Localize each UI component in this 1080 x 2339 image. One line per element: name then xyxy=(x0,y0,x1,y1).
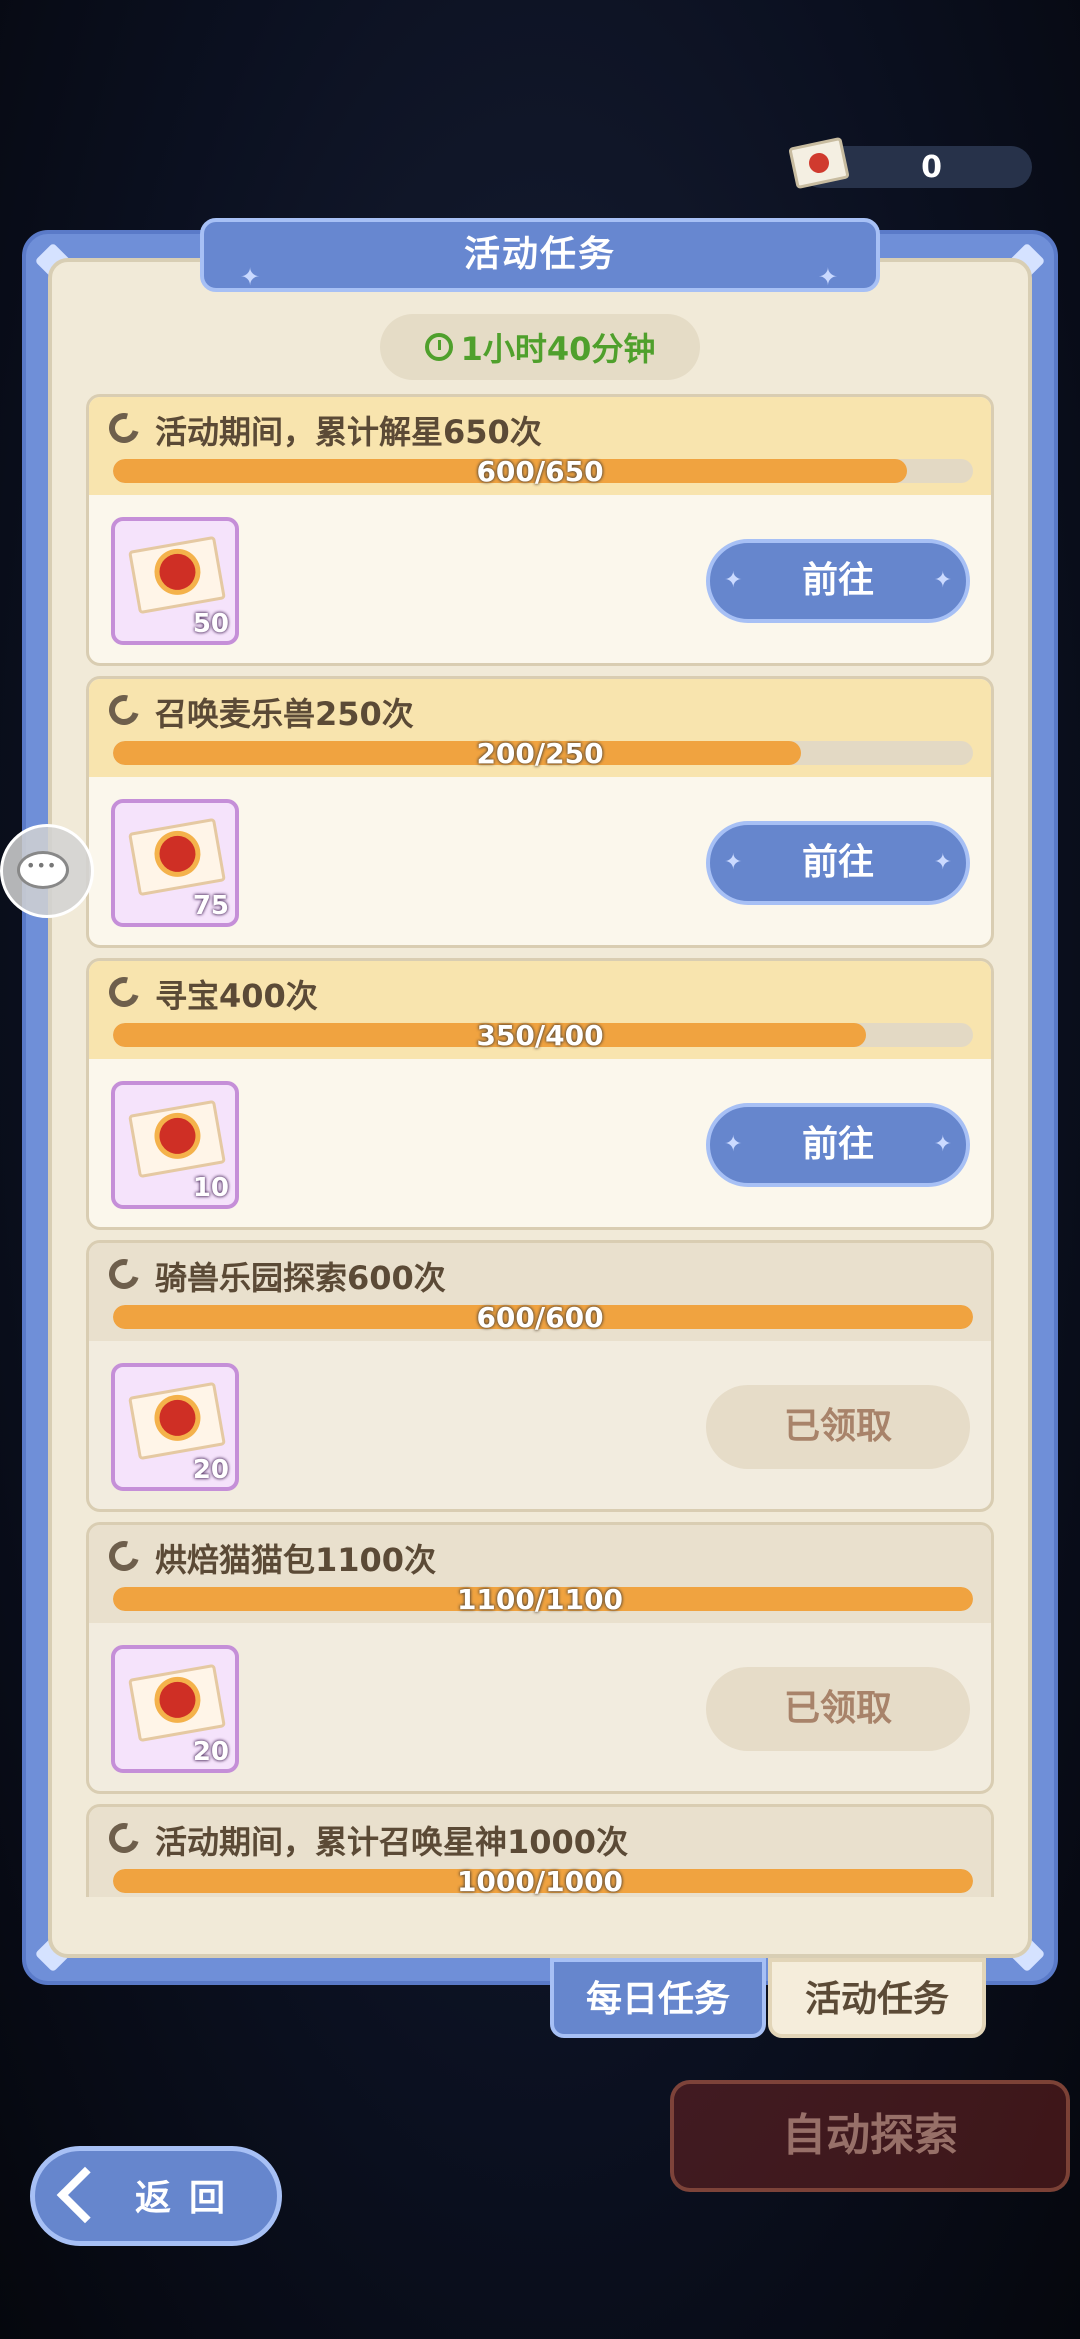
currency-value: 0 xyxy=(921,150,942,185)
reward-count: 50 xyxy=(192,609,229,639)
moon-icon xyxy=(103,1253,145,1295)
moon-icon xyxy=(103,689,145,731)
go-button-label: 前往 xyxy=(801,560,874,601)
task-card: 寻宝400次 350/400 10 ✦ 前往 ✦ xyxy=(86,958,994,1230)
clock-icon xyxy=(424,333,453,361)
progress-text: 350/400 xyxy=(476,1019,604,1052)
currency-counter: 0 xyxy=(788,136,1032,190)
task-card: 烘焙猫猫包1100次 1100/1100 20 已领取 xyxy=(86,1522,994,1794)
reward-item[interactable]: 20 xyxy=(111,1363,239,1491)
reward-item[interactable]: 75 xyxy=(111,799,239,927)
moon-icon xyxy=(103,971,145,1013)
moon-icon xyxy=(103,1817,145,1859)
panel-title: 活动任务 xyxy=(463,234,616,275)
panel-title-banner: ✦ 活动任务 ✦ xyxy=(200,218,880,292)
task-title: 召唤麦乐兽250次 xyxy=(155,695,414,733)
task-title: 骑兽乐园探索600次 xyxy=(155,1259,446,1297)
moon-icon xyxy=(103,407,145,449)
reward-count: 75 xyxy=(192,891,229,921)
reward-item[interactable]: 50 xyxy=(111,517,239,645)
reward-count: 10 xyxy=(192,1173,229,1203)
task-title: 活动期间，累计解星650次 xyxy=(155,413,542,451)
reward-count: 20 xyxy=(192,1737,229,1767)
chat-button[interactable] xyxy=(0,824,94,918)
progress-text: 1100/1100 xyxy=(456,1583,624,1616)
tab-event-tasks[interactable]: 活动任务 xyxy=(768,1958,986,2038)
task-list[interactable]: 活动期间，累计解星650次 600/650 50 ✦ 前往 ✦ 召唤麦乐兽250次 … xyxy=(86,394,994,1897)
go-button-label: 前往 xyxy=(801,1124,874,1165)
task-card: 骑兽乐园探索600次 600/600 20 已领取 xyxy=(86,1240,994,1512)
progress-text: 600/650 xyxy=(476,455,604,488)
red-envelope-icon xyxy=(788,136,850,190)
red-envelope-icon xyxy=(128,1381,226,1461)
task-card: 活动期间，累计解星650次 600/650 50 ✦ 前往 ✦ xyxy=(86,394,994,666)
back-arrow-icon xyxy=(56,2166,114,2224)
claimed-button: 已领取 xyxy=(706,1385,970,1469)
task-title: 烘焙猫猫包1100次 xyxy=(155,1541,437,1579)
back-button[interactable]: 返回 xyxy=(30,2146,282,2246)
task-title: 活动期间，累计召唤星神1000次 xyxy=(155,1823,629,1861)
reward-count: 20 xyxy=(192,1455,229,1485)
go-button[interactable]: ✦ 前往 ✦ xyxy=(706,539,970,623)
auto-explore-button[interactable]: 自动探索 xyxy=(670,2080,1070,2192)
timer-text: 1小时40分钟 xyxy=(460,330,656,368)
tab-daily-tasks[interactable]: 每日任务 xyxy=(550,1958,766,2038)
go-button[interactable]: ✦ 前往 ✦ xyxy=(706,821,970,905)
back-label: 返回 xyxy=(135,2178,244,2219)
red-envelope-icon xyxy=(128,535,226,615)
task-title: 寻宝400次 xyxy=(155,977,318,1015)
go-button-label: 前往 xyxy=(801,842,874,883)
task-card: 活动期间，累计召唤星神1000次 1000/1000 xyxy=(86,1804,994,1897)
progress-text: 600/600 xyxy=(476,1301,604,1334)
progress-text: 1000/1000 xyxy=(456,1865,624,1897)
chat-bubble-icon xyxy=(17,851,69,889)
red-envelope-icon xyxy=(128,1663,226,1743)
reward-item[interactable]: 10 xyxy=(111,1081,239,1209)
red-envelope-icon xyxy=(128,817,226,897)
go-button[interactable]: ✦ 前往 ✦ xyxy=(706,1103,970,1187)
claimed-button: 已领取 xyxy=(706,1667,970,1751)
event-timer: 1小时40分钟 xyxy=(380,314,700,380)
reward-item[interactable]: 20 xyxy=(111,1645,239,1773)
progress-text: 200/250 xyxy=(476,737,604,770)
red-envelope-icon xyxy=(128,1099,226,1179)
moon-icon xyxy=(103,1535,145,1577)
task-card: 召唤麦乐兽250次 200/250 75 ✦ 前往 ✦ xyxy=(86,676,994,948)
